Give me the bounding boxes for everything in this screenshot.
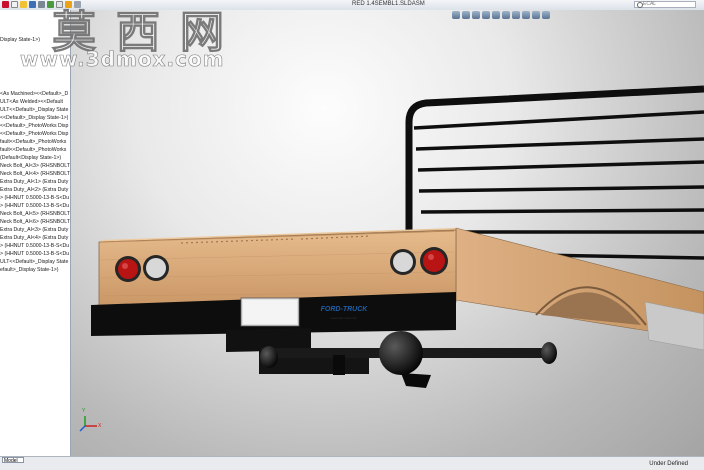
tree-item[interactable]: Neck Bolt_AI<5> (RHSNBOLT xyxy=(0,210,70,218)
tree-item[interactable]: fault<<Default>_PhotoWorks xyxy=(0,146,70,154)
new-document-icon[interactable] xyxy=(11,1,18,8)
tree-item[interactable]: Extra Duty_AI<2> (Extra Duty L xyxy=(0,186,70,194)
open-folder-icon[interactable] xyxy=(20,1,27,8)
tree-item[interactable]: > (HHNUT 0.5000-13-B-S<Du xyxy=(0,202,70,210)
search-icon[interactable] xyxy=(637,2,643,8)
tree-item[interactable]: <As Machined><<Default>_D xyxy=(0,90,70,98)
tree-item[interactable]: <<Default>_Display State-1>) xyxy=(0,114,70,122)
feature-manager-tree[interactable]: Display State-1>) <As Machined><<Default… xyxy=(0,10,71,456)
watermark-url: www.3dmox.com xyxy=(20,47,225,72)
tree-item[interactable]: > (HHNUT 0.5000-13-B-S<Du xyxy=(0,250,70,258)
tree-item[interactable]: > (HHNUT 0.5000-13-B-S<Du xyxy=(0,242,70,250)
tree-item[interactable]: Extra Duty_AI<1> (Extra Duty L xyxy=(0,178,70,186)
print-icon[interactable] xyxy=(38,1,45,8)
tab-model[interactable]: Model xyxy=(2,457,24,464)
tree-item[interactable]: Neck Bolt_AI<6> (RHSNBOLT xyxy=(0,218,70,226)
tree-item[interactable]: > (HHNUT 0.5000-13-B-S<Du xyxy=(0,194,70,202)
tree-item[interactable]: efault>_Display State-1>) xyxy=(0,266,70,274)
tree-item[interactable]: Neck Bolt_AI<4> (RHSNBOLT xyxy=(0,170,70,178)
help-search-input[interactable]: ECAL xyxy=(634,1,696,8)
badge-sub-text: www.ford-truck.com xyxy=(330,316,358,320)
status-text: Under Defined xyxy=(649,461,688,467)
tree-item[interactable]: fault<<Default>_PhotoWorks xyxy=(0,138,70,146)
graphics-viewport[interactable]: FORD-TRUCK www.ford-truck.com Y X xyxy=(71,10,704,456)
tree-item[interactable]: ULT<<Default>_Display State xyxy=(0,258,70,266)
tree-item[interactable]: <<Default>_PhotoWorks Disp xyxy=(0,122,70,130)
axis-label-y: Y xyxy=(82,408,86,414)
axis-triad xyxy=(79,416,97,432)
tree-item[interactable]: (Default<Display State-1>) xyxy=(0,154,70,162)
tree-item[interactable]: Neck Bolt_AI<3> (RHSNBOLT xyxy=(0,162,70,170)
trailer-model xyxy=(79,85,704,432)
badge-brand-text: FORD-TRUCK xyxy=(320,306,368,313)
tree-item[interactable]: ULT<<Default>_Display State xyxy=(0,106,70,114)
tree-item[interactable]: ULT<As Welded><<Default xyxy=(0,98,70,106)
axis-label-x: X xyxy=(98,423,102,429)
solidworks-logo-icon[interactable] xyxy=(2,1,9,8)
tree-item[interactable]: Extra Duty_AI<4> (Extra Duty L xyxy=(0,234,70,242)
tree-item[interactable]: <<Default>_PhotoWorks Disp xyxy=(0,130,70,138)
tree-item[interactable]: Extra Duty_AI<3> (Extra Duty L xyxy=(0,226,70,234)
save-icon[interactable] xyxy=(29,1,36,8)
status-bar xyxy=(0,456,704,470)
window-title: RED 1.4SEMBL1.SLDASM xyxy=(352,1,425,7)
